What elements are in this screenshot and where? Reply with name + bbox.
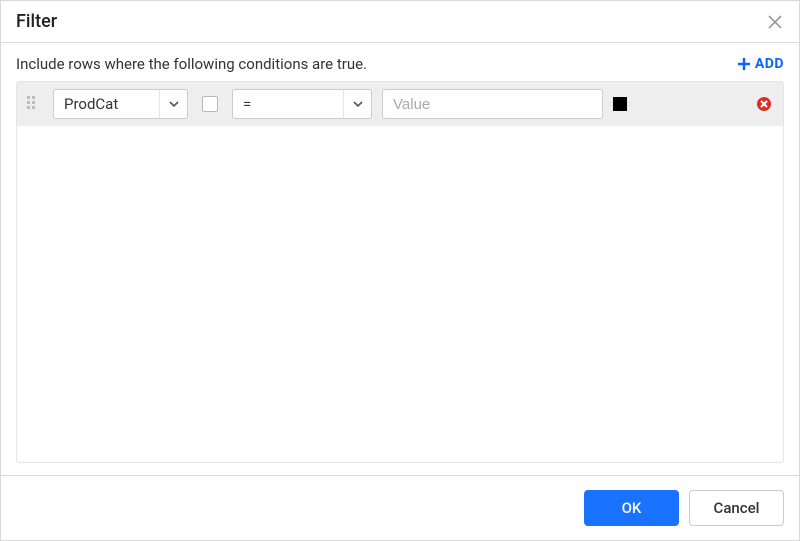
chevron-down-icon: [168, 98, 180, 110]
dialog-header: Filter: [1, 1, 799, 43]
color-swatch[interactable]: [613, 97, 627, 111]
instruction-row: Include rows where the following conditi…: [16, 55, 784, 73]
remove-icon: [756, 96, 772, 112]
plus-icon: [737, 57, 751, 71]
value-input[interactable]: [382, 89, 603, 119]
ok-button-label: OK: [622, 499, 642, 517]
close-icon: [768, 15, 782, 29]
operator-select[interactable]: =: [232, 89, 372, 119]
cancel-button[interactable]: Cancel: [689, 490, 784, 526]
ok-button[interactable]: OK: [584, 490, 679, 526]
filter-dialog: Filter Include rows where the following …: [0, 0, 800, 541]
add-button-label: ADD: [755, 56, 784, 72]
operator-select-value: =: [233, 95, 343, 113]
dialog-title: Filter: [16, 11, 57, 32]
cancel-button-label: Cancel: [714, 499, 760, 517]
remove-condition-button[interactable]: [755, 95, 773, 113]
dialog-body: Include rows where the following conditi…: [1, 43, 799, 475]
negate-checkbox[interactable]: [202, 96, 218, 112]
add-condition-button[interactable]: ADD: [737, 56, 784, 72]
field-select-caret: [159, 90, 187, 118]
conditions-area: ProdCat =: [16, 81, 784, 463]
chevron-down-icon: [352, 98, 364, 110]
close-button[interactable]: [766, 13, 784, 31]
field-select-value: ProdCat: [54, 95, 159, 113]
dialog-footer: OK Cancel: [1, 475, 799, 540]
condition-row: ProdCat =: [17, 82, 783, 126]
operator-select-caret: [343, 90, 371, 118]
field-select[interactable]: ProdCat: [53, 89, 188, 119]
instruction-text: Include rows where the following conditi…: [16, 55, 367, 73]
drag-handle[interactable]: [27, 96, 43, 112]
